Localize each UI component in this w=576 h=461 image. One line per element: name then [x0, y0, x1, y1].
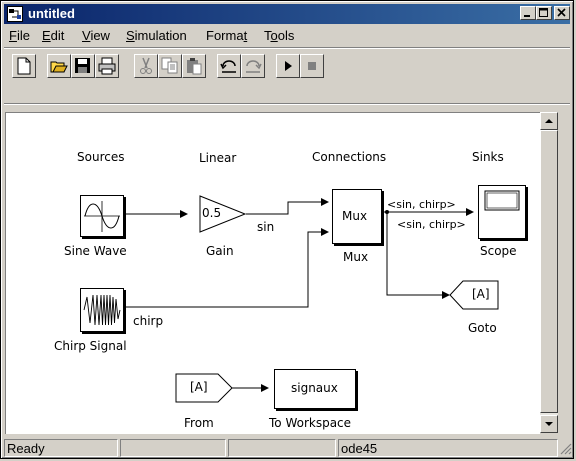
stop-icon: [308, 62, 316, 70]
cut-button[interactable]: [134, 54, 158, 78]
scissors-icon: [140, 57, 152, 74]
stop-simulation-button[interactable]: [300, 54, 324, 78]
header-linear: Linear: [199, 151, 237, 165]
chirp-signal-block[interactable]: [80, 288, 124, 332]
scroll-up-button[interactable]: [540, 112, 558, 130]
to-workspace-label: To Workspace: [269, 416, 352, 430]
minimize-button[interactable]: [520, 6, 536, 20]
undo-button[interactable]: [217, 54, 241, 78]
maximize-button[interactable]: [536, 6, 552, 20]
play-icon: [285, 61, 292, 71]
scroll-down-button[interactable]: [540, 415, 558, 433]
vertical-scrollbar[interactable]: [540, 112, 558, 433]
simulink-app-icon: [7, 6, 23, 22]
chirp-signal-label: Chirp Signal: [54, 339, 127, 353]
goto-label: Goto: [468, 321, 497, 335]
menu-separator: [4, 47, 570, 49]
model-canvas[interactable]: Sources Linear Connections Sinks Sine Wa…: [5, 112, 540, 434]
minimize-icon: [524, 15, 530, 17]
start-simulation-button[interactable]: [276, 54, 300, 78]
status-pane-2: [120, 439, 226, 457]
gain-value[interactable]: 0.5: [202, 206, 221, 220]
from-tag[interactable]: [A]: [190, 380, 208, 394]
chirp-signal-icon: [83, 294, 121, 326]
sine-wave-block[interactable]: [80, 195, 124, 237]
mux-block-text: Mux: [342, 209, 368, 223]
open-folder-icon: [50, 61, 68, 73]
sine-wave-icon: [84, 201, 120, 232]
resize-grip-icon[interactable]: [558, 441, 572, 455]
signal-label-sin: sin: [257, 220, 275, 234]
menu-simulation[interactable]: Simulation: [126, 28, 187, 43]
redo-icon: [246, 60, 262, 73]
menu-tools[interactable]: Tools: [264, 28, 294, 43]
signal-label-mux-top: <sin, chirp>: [387, 198, 456, 211]
status-text: Ready: [7, 441, 45, 456]
scope-screen-icon: [484, 190, 520, 211]
copy-button[interactable]: [158, 54, 182, 78]
window-title: untitled: [28, 6, 75, 21]
gain-label: Gain: [206, 244, 234, 258]
scroll-thumb[interactable]: [540, 130, 558, 413]
maximize-icon: [539, 8, 548, 17]
header-connections: Connections: [312, 150, 387, 164]
new-button[interactable]: [12, 54, 36, 78]
undo-icon: [220, 60, 236, 73]
arrow-up-icon: [545, 119, 553, 123]
header-sources: Sources: [77, 150, 125, 164]
save-button[interactable]: [71, 54, 95, 78]
redo-button[interactable]: [241, 54, 265, 78]
printer-icon: [98, 57, 116, 75]
menu-view[interactable]: View: [82, 28, 110, 43]
header-sinks: Sinks: [472, 150, 504, 164]
copy-icon: [161, 57, 178, 74]
signal-label-mux-bottom: <sin, chirp>: [397, 218, 466, 231]
mux-label: Mux: [343, 250, 369, 264]
simulink-window: untitled File Edit View Simulation Forma…: [0, 0, 574, 459]
new-document-icon: [17, 57, 31, 75]
paste-clipboard-icon: [187, 58, 202, 75]
arrow-down-icon: [545, 422, 553, 426]
menu-edit[interactable]: Edit: [42, 28, 64, 43]
status-ready: Ready: [4, 439, 118, 457]
status-pane-3: [228, 439, 336, 457]
save-disk-icon: [75, 58, 90, 73]
workspace-variable: signaux: [291, 381, 338, 395]
print-button[interactable]: [95, 54, 119, 78]
menu-bar: File Edit View Simulation Format Tools: [4, 25, 570, 45]
menu-file[interactable]: File: [9, 28, 30, 43]
close-button[interactable]: [554, 6, 570, 20]
toolbar-separator: [4, 103, 570, 105]
mux-block[interactable]: Mux: [332, 189, 382, 244]
sine-wave-label: Sine Wave: [64, 244, 127, 258]
close-icon: [557, 8, 566, 17]
signal-label-chirp: chirp: [133, 314, 164, 328]
status-solver: ode45: [338, 439, 558, 457]
solver-text: ode45: [341, 441, 378, 456]
scope-label: Scope: [480, 244, 517, 258]
open-button[interactable]: [47, 54, 71, 78]
menu-format[interactable]: Format: [206, 28, 247, 43]
paste-button[interactable]: [182, 54, 206, 78]
from-label: From: [184, 416, 214, 430]
goto-tag[interactable]: [A]: [472, 287, 490, 301]
scope-block[interactable]: [478, 185, 526, 239]
to-workspace-block[interactable]: signaux: [274, 369, 356, 409]
title-bar[interactable]: untitled: [4, 4, 570, 24]
